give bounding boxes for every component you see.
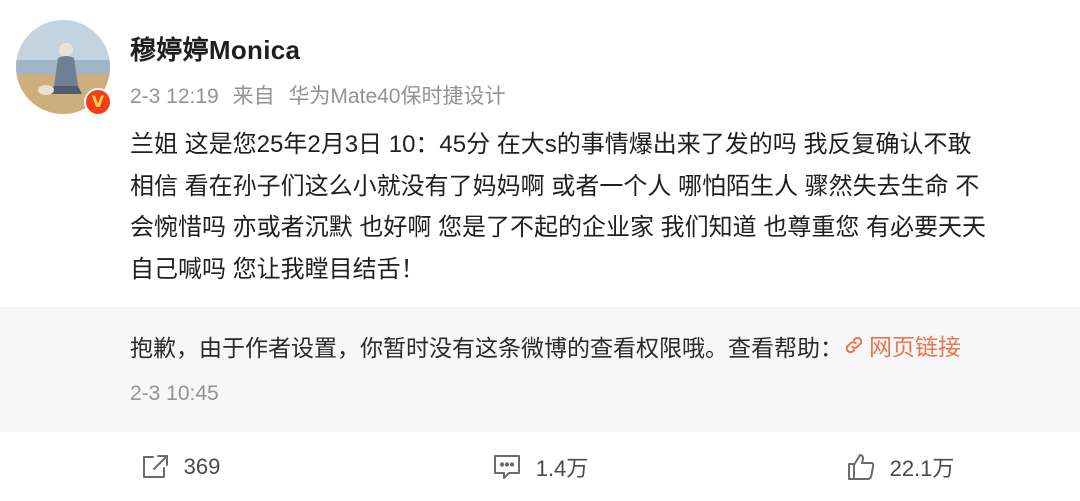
like-count: 22.1万 (889, 455, 955, 481)
repost-notice-text: 抱歉，由于作者设置，你暂时没有这条微博的查看权限哦。查看帮助： (130, 335, 843, 361)
repost-count: 369 (183, 453, 221, 479)
comment-icon (492, 453, 522, 481)
avatar[interactable]: V (16, 20, 112, 116)
repost-box: 抱歉，由于作者设置，你暂时没有这条微博的查看权限哦。查看帮助： 网页链接 2-3 … (0, 307, 1080, 432)
action-bar: 369 1.4万 22.1万 (0, 432, 1080, 501)
verified-badge-icon: V (84, 88, 112, 116)
repost-notice: 抱歉，由于作者设置，你暂时没有这条微博的查看权限哦。查看帮助： 网页链接 (130, 328, 961, 363)
content-line: 自己喊吗 您让我瞠目结舌！ (130, 255, 425, 283)
source-device: 华为Mate40保时捷设计 (288, 85, 506, 108)
like-button[interactable]: 22.1万 (720, 432, 1080, 501)
post-time: 2-3 12:19 (130, 85, 219, 108)
post-content: 兰姐 这是您25年2月3日 10：45分 在大s的事情爆出来了发的吗 我反复确认… (130, 124, 1080, 290)
repost-button[interactable]: 369 (0, 432, 360, 501)
post-meta: 2-3 12:19 来自 华为Mate40保时捷设计 (130, 80, 513, 110)
comment-count: 1.4万 (535, 455, 589, 481)
like-icon (846, 452, 876, 482)
content-line: 会惋惜吗 亦或者沉默 也好啊 您是了不起的企业家 我们知道 也尊重您 有必要天天 (130, 214, 987, 241)
username[interactable]: 穆婷婷Monica (130, 30, 300, 67)
link-icon (845, 336, 863, 354)
repost-time: 2-3 10:45 (130, 382, 219, 405)
repost-icon (140, 453, 170, 481)
comment-button[interactable]: 1.4万 (360, 432, 720, 501)
web-link-label: 网页链接 (869, 334, 961, 360)
content-line: 兰姐 这是您25年2月3日 10：45分 在大s的事情爆出来了发的吗 我反复确认… (130, 131, 972, 158)
weibo-post: V 穆婷婷Monica 2-3 12:19 来自 华为Mate40保时捷设计 兰… (0, 0, 1080, 501)
content-line: 相信 看在孙子们这么小就没有了妈妈啊 或者一个人 哪怕陌生人 骤然失去生命 不 (130, 172, 980, 200)
source-prefix: 来自 (232, 85, 275, 108)
web-link[interactable]: 网页链接 (843, 328, 961, 362)
